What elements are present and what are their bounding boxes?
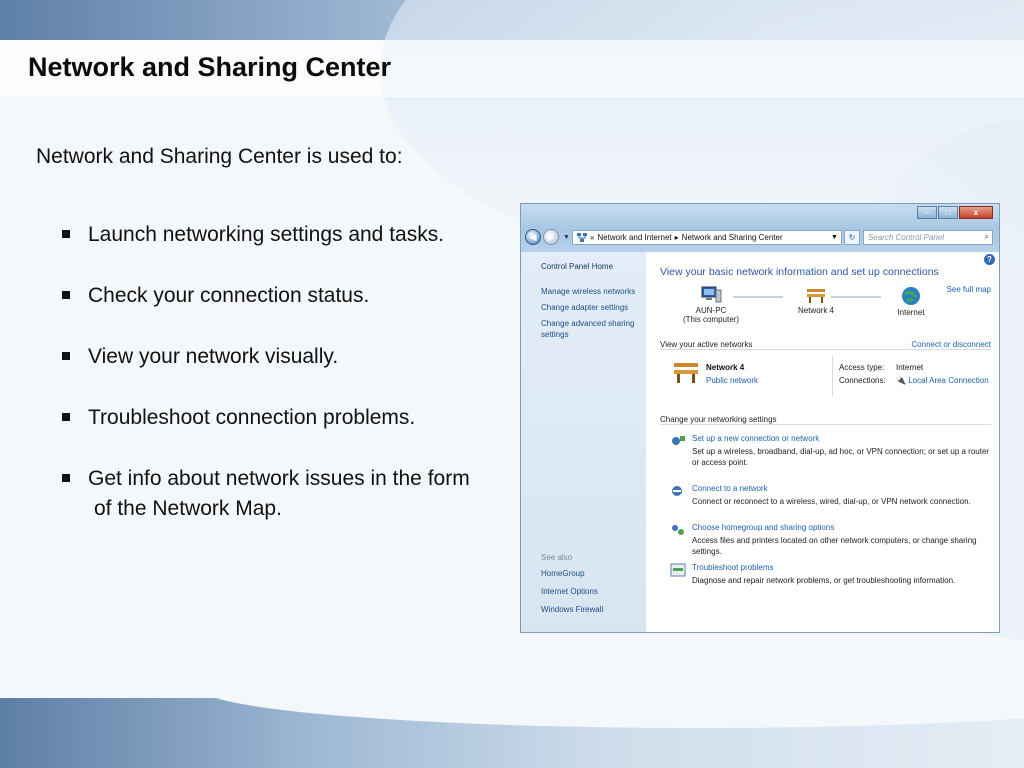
bullet-item: Troubleshoot connection problems.: [62, 403, 532, 433]
connect-network-desc: Connect or reconnect to a wireless, wire…: [692, 497, 971, 506]
sidebar-item-homegroup[interactable]: HomeGroup: [541, 568, 636, 579]
main-pane: ? View your basic network information an…: [646, 252, 999, 632]
setup-connection-icon: [672, 436, 685, 445]
troubleshoot-desc: Diagnose and repair network problems, or…: [692, 576, 956, 585]
sidebar-item-advanced-sharing[interactable]: Change advanced sharing settings: [541, 318, 636, 340]
breadcrumb-arrow-icon[interactable]: ▸: [675, 233, 679, 242]
search-input[interactable]: Search Control Panel ⌕: [862, 229, 993, 245]
bullet-text: Check your connection status.: [88, 284, 370, 307]
access-type-label: Access type:: [839, 363, 885, 372]
computer-name: AUN-PC: [695, 306, 727, 315]
bullet-text: Get info about network issues in the for…: [88, 467, 470, 490]
task-setup-connection: Set up a new connection or network Set u…: [670, 434, 989, 470]
computer-subtitle: (This computer): [682, 315, 739, 324]
local-area-connection-link[interactable]: 🔌 Local Area Connection: [896, 376, 989, 385]
address-row: ◀ ▶ ▼ « Network and Internet ▸ Network a…: [525, 227, 993, 247]
network-icon: [576, 232, 587, 242]
bullet-text: Troubleshoot connection problems.: [88, 406, 416, 429]
active-networks-header: View your active networks Connect or dis…: [660, 340, 991, 350]
connect-disconnect-link[interactable]: Connect or disconnect: [911, 340, 991, 349]
bench-icon: [807, 289, 825, 303]
bullet-list: Launch networking settings and tasks. Ch…: [62, 220, 532, 555]
window-chrome: – □ x ◀ ▶ ▼ « Network and Internet ▸ Net…: [521, 204, 999, 252]
active-network-name: Network 4: [706, 363, 745, 372]
sidebar: Control Panel Home Manage wireless netwo…: [521, 252, 646, 632]
task-troubleshoot: Troubleshoot problems Diagnose and repai…: [670, 563, 989, 589]
troubleshoot-link[interactable]: Troubleshoot problems: [692, 563, 774, 572]
computer-icon: [701, 286, 722, 303]
search-placeholder: Search Control Panel: [867, 232, 944, 242]
network-map: AUN-PC (This computer) Network 4 Interne…: [666, 286, 966, 336]
see-also-header: See also: [541, 553, 573, 562]
access-type-value: Internet: [896, 363, 924, 372]
forward-icon[interactable]: ▶: [543, 229, 559, 245]
homegroup-desc: Access files and printers located on oth…: [692, 536, 977, 556]
network-type-link[interactable]: Public network: [706, 376, 758, 385]
bullet-square-icon: [62, 474, 70, 482]
setup-connection-desc: Set up a wireless, broadband, dial-up, a…: [692, 447, 990, 467]
bullet-text-continued: of the Network Map.: [94, 497, 282, 520]
back-icon[interactable]: ◀: [525, 229, 541, 245]
address-bar[interactable]: « Network and Internet ▸ Network and Sha…: [571, 229, 842, 245]
recent-pages-dropdown-icon[interactable]: ▼: [563, 234, 570, 241]
bullet-text: View your network visually.: [88, 345, 339, 368]
network-sharing-window: – □ x ◀ ▶ ▼ « Network and Internet ▸ Net…: [520, 203, 1000, 633]
bullet-square-icon: [62, 230, 70, 238]
bullet-item: Check your connection status.: [62, 281, 532, 311]
setup-connection-link[interactable]: Set up a new connection or network: [692, 434, 819, 443]
page-title: Network and Sharing Center: [28, 52, 392, 82]
minimize-button[interactable]: –: [917, 206, 937, 219]
globe-icon: [902, 287, 920, 305]
plug-icon: 🔌: [896, 376, 906, 385]
breadcrumb-item[interactable]: Network and Sharing Center: [682, 233, 783, 242]
divider: [832, 356, 833, 396]
breadcrumb-item[interactable]: Network and Internet: [597, 233, 671, 242]
task-homegroup: Choose homegroup and sharing options Acc…: [670, 523, 989, 556]
connection-name: Local Area Connection: [908, 376, 989, 385]
search-icon[interactable]: ⌕: [985, 232, 989, 242]
help-icon[interactable]: ?: [984, 254, 995, 265]
address-dropdown-icon[interactable]: ▼: [831, 234, 838, 241]
maximize-button[interactable]: □: [938, 206, 958, 219]
connections-label: Connections:: [839, 376, 886, 385]
connect-network-link[interactable]: Connect to a network: [692, 484, 768, 493]
breadcrumb-separator: «: [589, 232, 595, 242]
connect-network-icon: [672, 486, 682, 496]
main-heading: View your basic network information and …: [660, 266, 939, 278]
sidebar-item-change-adapter[interactable]: Change adapter settings: [541, 302, 636, 313]
bullet-item: View your network visually.: [62, 342, 532, 372]
bullet-square-icon: [62, 413, 70, 421]
bullet-item: Get info about network issues in the for…: [62, 464, 532, 524]
map-node-computer[interactable]: AUN-PC (This computer): [676, 286, 746, 324]
sidebar-item-windows-firewall[interactable]: Windows Firewall: [541, 604, 636, 615]
intro-text: Network and Sharing Center is used to:: [36, 145, 403, 168]
change-settings-header: Change your networking settings: [660, 415, 991, 425]
troubleshoot-icon: [670, 563, 686, 577]
bench-icon: [674, 363, 698, 383]
close-button[interactable]: x: [959, 206, 993, 219]
bullet-item: Launch networking settings and tasks.: [62, 220, 532, 250]
homegroup-icon: [672, 525, 684, 535]
bullet-text: Launch networking settings and tasks.: [88, 223, 445, 246]
map-link-line: [733, 296, 783, 298]
map-link-line: [831, 296, 881, 298]
bullet-square-icon: [62, 352, 70, 360]
sidebar-control-panel-home[interactable]: Control Panel Home: [541, 262, 646, 271]
refresh-icon[interactable]: ↻: [843, 229, 860, 245]
window-buttons: – □ x: [916, 206, 993, 219]
map-node-internet[interactable]: Internet: [881, 286, 941, 317]
active-networks-title: View your active networks: [660, 340, 753, 349]
active-network-entry: Network 4 Public network Access type: In…: [672, 356, 999, 410]
change-settings-title: Change your networking settings: [660, 415, 777, 424]
task-connect-network: Connect to a network Connect or reconnec…: [670, 484, 989, 510]
internet-label: Internet: [897, 308, 925, 317]
bullet-square-icon: [62, 291, 70, 299]
map-node-network[interactable]: Network 4: [786, 286, 846, 315]
sidebar-item-internet-options[interactable]: Internet Options: [541, 586, 636, 597]
see-also-section: See also HomeGroup Internet Options Wind…: [541, 553, 636, 622]
sidebar-item-manage-wireless[interactable]: Manage wireless networks: [541, 286, 636, 297]
homegroup-link[interactable]: Choose homegroup and sharing options: [692, 523, 834, 532]
network-name: Network 4: [797, 306, 834, 315]
